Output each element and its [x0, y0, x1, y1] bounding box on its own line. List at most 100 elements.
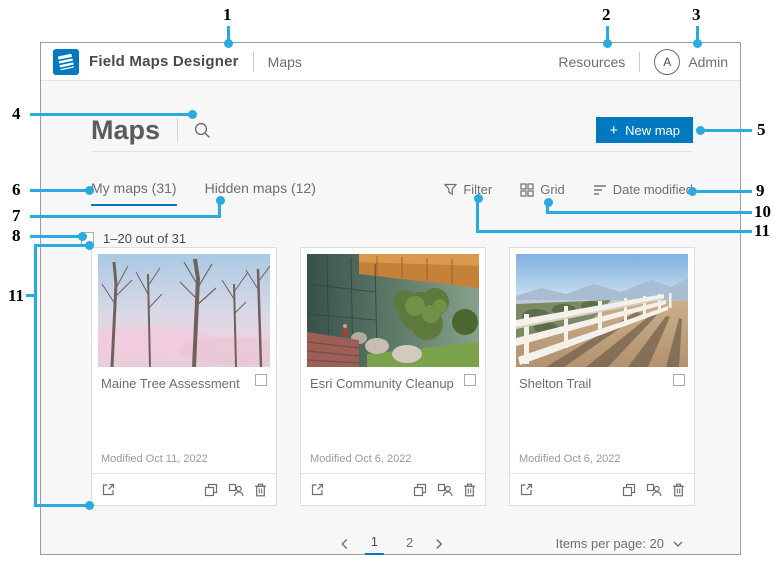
- callout-dot: [85, 241, 94, 250]
- user-name[interactable]: Admin: [688, 54, 728, 70]
- share-group-button[interactable]: [437, 483, 453, 497]
- callout-number-1: 1: [223, 5, 232, 24]
- callout-dot: [216, 196, 225, 205]
- callout-number-10: 10: [754, 202, 771, 221]
- callout-dot: [188, 110, 197, 119]
- callout-dot: [78, 232, 87, 241]
- duplicate-icon: [413, 483, 427, 496]
- card-checkbox[interactable]: [255, 374, 267, 386]
- delete-button[interactable]: [254, 483, 267, 497]
- map-card[interactable]: Esri Community Cleanup Modified Oct 6, 2…: [300, 247, 486, 506]
- card-modified-date: Modified Oct 6, 2022: [519, 453, 621, 465]
- launch-icon: [311, 483, 324, 496]
- trash-icon: [255, 483, 266, 496]
- chevron-left-icon[interactable]: [341, 538, 349, 550]
- callout-dot: [224, 39, 233, 48]
- header-divider: [252, 51, 254, 72]
- callout-number-11: 11: [8, 286, 25, 305]
- callout-dot: [85, 186, 94, 195]
- duplicate-button[interactable]: [622, 483, 636, 497]
- card-modified-date: Modified Oct 11, 2022: [101, 453, 208, 465]
- pagination-row: 1 2 Items per page: 20: [91, 532, 693, 558]
- callout-number-6: 6: [12, 180, 21, 199]
- card-title: Shelton Trail: [519, 376, 592, 391]
- duplicate-button[interactable]: [413, 483, 427, 497]
- map-card[interactable]: Maine Tree Assessment Modified Oct 11, 2…: [91, 247, 277, 506]
- open-map-button[interactable]: [101, 482, 116, 497]
- range-label: 1–20 out of 31: [103, 231, 187, 246]
- group-icon: [646, 483, 662, 496]
- group-icon: [437, 483, 453, 496]
- callout-line: [546, 211, 752, 214]
- sort-button[interactable]: Date modified: [593, 182, 693, 197]
- callout-line: [476, 230, 752, 233]
- filter-button[interactable]: Filter: [444, 182, 492, 197]
- callout-line: [30, 235, 80, 238]
- callout-line: [34, 504, 86, 507]
- callout-number-7: 7: [12, 206, 21, 225]
- items-per-page-select[interactable]: Items per page: 20: [556, 536, 683, 551]
- new-map-button[interactable]: + New map: [596, 117, 693, 143]
- callout-dot: [688, 187, 697, 196]
- selection-bar: 1–20 out of 31: [81, 231, 186, 246]
- card-title: Esri Community Cleanup: [310, 376, 454, 391]
- tab-my-maps[interactable]: My maps (31): [91, 180, 177, 206]
- map-thumbnail-campus-building: [307, 254, 479, 367]
- chevron-down-icon: [673, 541, 683, 547]
- card-grid: Maine Tree Assessment Modified Oct 11, 2…: [91, 247, 695, 506]
- screenshot-page: Field Maps Designer Maps Resources A Adm…: [0, 0, 781, 562]
- chevron-right-icon[interactable]: [435, 538, 443, 550]
- delete-button[interactable]: [672, 483, 685, 497]
- callout-dot: [85, 501, 94, 510]
- resources-link[interactable]: Resources: [558, 54, 625, 70]
- app-header: Field Maps Designer Maps Resources A Adm…: [41, 43, 740, 81]
- card-checkbox[interactable]: [464, 374, 476, 386]
- callout-line: [34, 244, 37, 507]
- callout-line: [696, 26, 699, 40]
- page-title: Maps: [91, 114, 161, 145]
- card-title: Maine Tree Assessment: [101, 376, 240, 391]
- open-map-button[interactable]: [310, 482, 325, 497]
- callout-dot: [603, 39, 612, 48]
- callout-line: [476, 201, 479, 233]
- callout-line: [227, 26, 230, 40]
- trash-icon: [673, 483, 684, 496]
- callout-number-4: 4: [12, 104, 21, 123]
- trash-icon: [464, 483, 475, 496]
- page-button-1[interactable]: 1: [364, 532, 384, 555]
- duplicate-icon: [622, 483, 636, 496]
- map-thumbnail-trail-fence: [516, 254, 688, 367]
- duplicate-button[interactable]: [204, 483, 218, 497]
- callout-line: [30, 189, 86, 192]
- callout-line: [704, 129, 752, 132]
- grid-icon: [520, 182, 534, 197]
- delete-button[interactable]: [463, 483, 476, 497]
- map-card[interactable]: Shelton Trail Modified Oct 6, 2022: [509, 247, 695, 506]
- page-title-row: Maps + New map: [91, 111, 693, 149]
- avatar[interactable]: A: [654, 48, 681, 75]
- card-checkbox[interactable]: [673, 374, 685, 386]
- app-title: Field Maps Designer: [89, 53, 239, 70]
- launch-icon: [102, 483, 115, 496]
- callout-line: [30, 215, 221, 218]
- callout-number-3: 3: [692, 5, 701, 24]
- share-group-button[interactable]: [646, 483, 662, 497]
- plus-icon: +: [609, 121, 619, 139]
- app-window: Field Maps Designer Maps Resources A Adm…: [40, 42, 741, 555]
- title-divider: [177, 118, 179, 142]
- nav-item-maps[interactable]: Maps: [268, 54, 302, 70]
- sort-icon: [593, 184, 606, 195]
- callout-number-9: 9: [756, 181, 765, 200]
- map-thumbnail-winter-trees: [98, 254, 270, 367]
- share-group-button[interactable]: [228, 483, 244, 497]
- callout-number-5: 5: [757, 120, 766, 139]
- group-icon: [228, 483, 244, 496]
- callout-number-2: 2: [602, 5, 611, 24]
- grid-view-button[interactable]: Grid: [520, 182, 565, 197]
- duplicate-icon: [204, 483, 218, 496]
- callout-dot: [693, 39, 702, 48]
- page-button-2[interactable]: 2: [400, 533, 419, 554]
- open-map-button[interactable]: [519, 482, 534, 497]
- callout-line: [606, 26, 609, 40]
- search-icon[interactable]: [193, 121, 212, 140]
